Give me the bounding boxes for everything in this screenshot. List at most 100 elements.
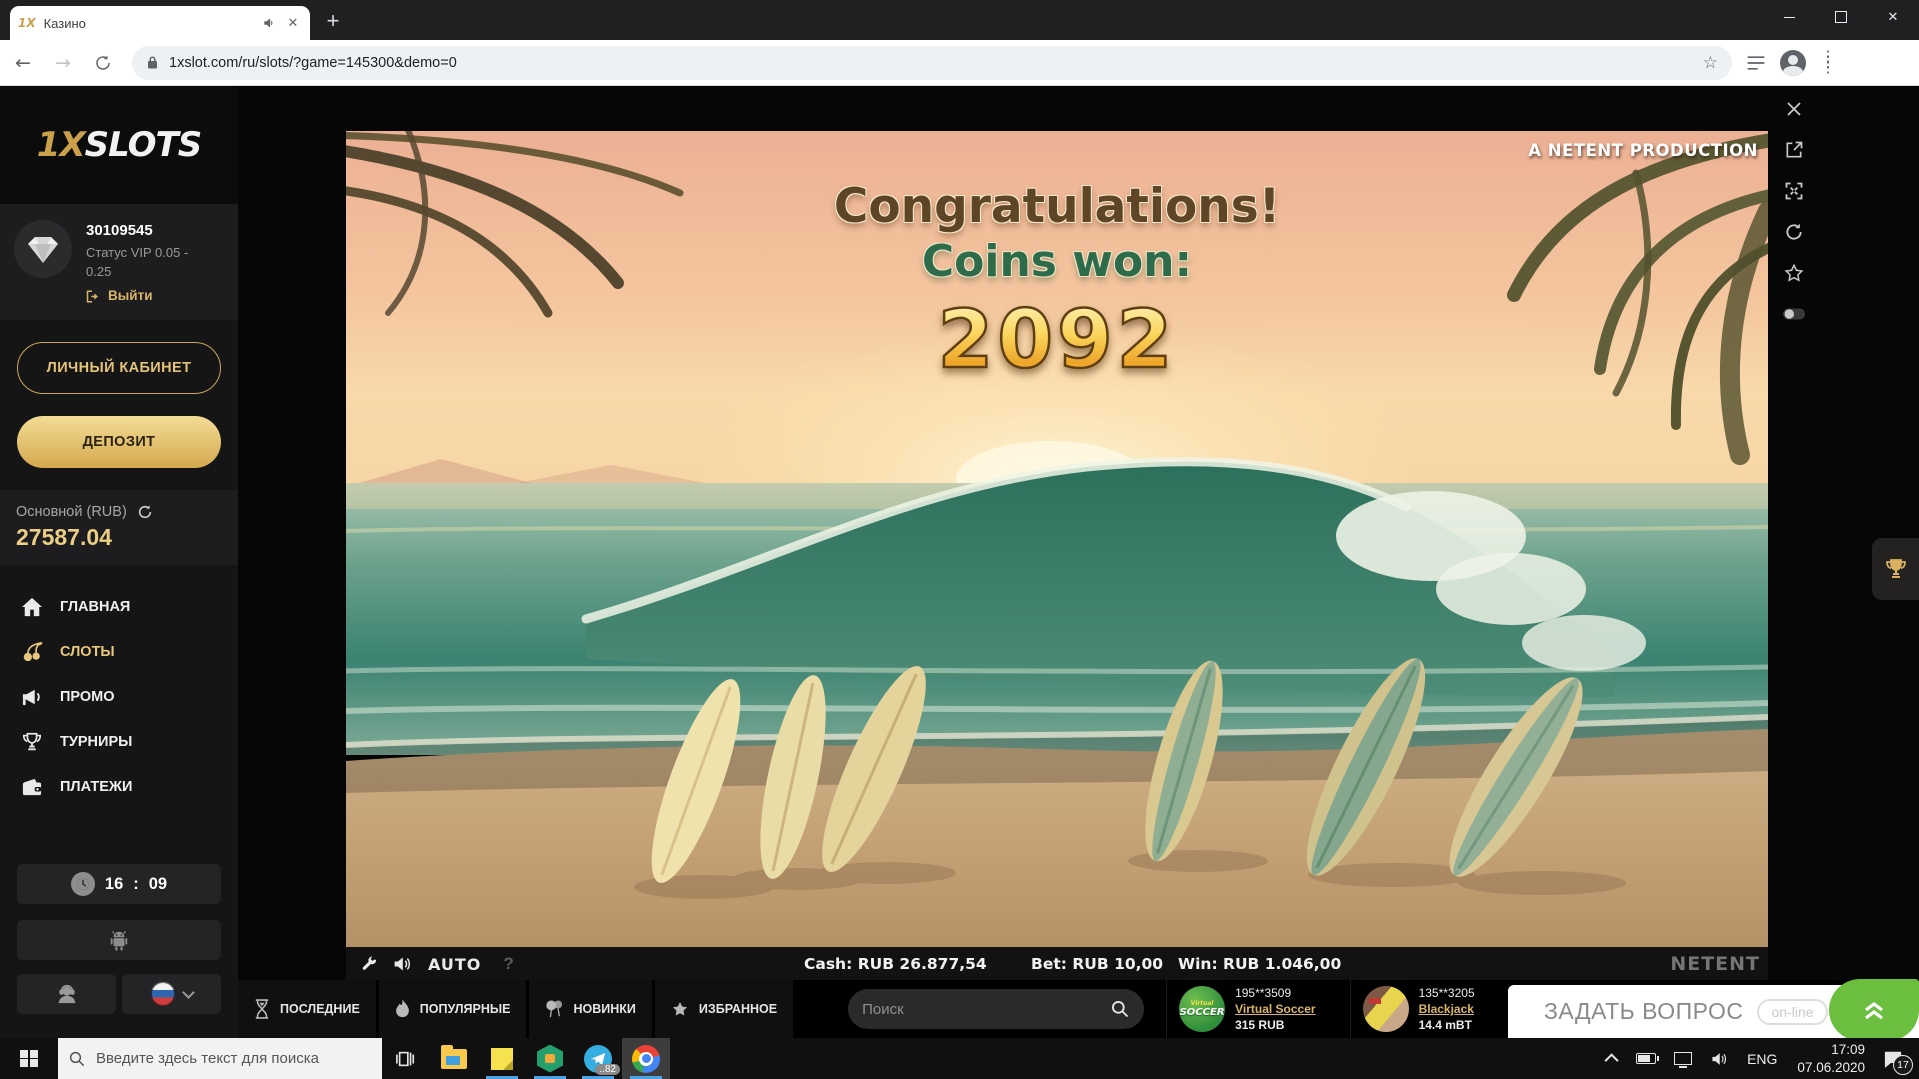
sidebar-item-slots[interactable]: СЛОТЫ: [0, 629, 238, 675]
tournaments-side-tab[interactable]: [1872, 538, 1919, 600]
congrats-title: Congratulations!: [346, 179, 1768, 234]
forward-button[interactable]: →: [46, 46, 80, 80]
reading-list-icon[interactable]: [1746, 55, 1766, 71]
windows-taskbar: ..82 ENG 17:09 07.06.2020 17: [0, 1038, 1919, 1079]
reload-game-icon[interactable]: [1781, 219, 1807, 245]
task-view-button[interactable]: [382, 1038, 430, 1079]
winner-amount: 14.4 mBT: [1419, 1017, 1475, 1033]
personal-cabinet-button[interactable]: ЛИЧНЫЙ КАБИНЕТ: [17, 342, 221, 394]
cherries-icon: [20, 641, 44, 663]
android-icon: [108, 928, 130, 952]
omnibox[interactable]: 1xslot.com/ru/slots/?game=145300&demo=0 …: [132, 46, 1732, 80]
hourglass-icon: [254, 999, 270, 1019]
browser-titlebar: 1X Казино ✕ + ✕: [0, 0, 1919, 40]
network-icon[interactable]: [1665, 1038, 1701, 1079]
game-settings-icon[interactable]: [360, 955, 378, 973]
logout-icon: [86, 290, 101, 303]
close-game-icon[interactable]: [1781, 96, 1807, 122]
netent-brand: NETENT: [1670, 953, 1760, 975]
volume-icon[interactable]: [1701, 1038, 1737, 1079]
win-overlay: Congratulations! Coins won: 2092: [346, 179, 1768, 386]
sidebar-item-tournaments[interactable]: ТУРНИРЫ: [0, 719, 238, 765]
chevron-down-icon: [182, 986, 195, 999]
coins-won-amount: 2092: [346, 293, 1768, 386]
sidebar-item-home[interactable]: ГЛАВНАЯ: [0, 585, 238, 629]
taskbar-clock[interactable]: 17:09 07.06.2020: [1787, 1041, 1875, 1076]
url-text: 1xslot.com/ru/slots/?game=145300&demo=0: [169, 55, 1693, 71]
android-app-button[interactable]: [17, 920, 221, 960]
refresh-balance-icon[interactable]: [137, 504, 153, 520]
sticky-notes-button[interactable]: [478, 1038, 526, 1079]
reload-button[interactable]: [86, 46, 120, 80]
new-tab-button[interactable]: +: [318, 6, 348, 36]
kaspersky-icon: [537, 1045, 563, 1073]
tab-new[interactable]: НОВИНКИ: [529, 980, 651, 1038]
tray-chevron-up[interactable]: [1599, 1038, 1627, 1079]
game-sound-icon[interactable]: [392, 955, 412, 973]
battery-icon[interactable]: [1627, 1038, 1665, 1079]
language-selector[interactable]: [122, 974, 221, 1014]
sidebar-item-payments[interactable]: ПЛАТЕЖИ: [0, 765, 238, 809]
start-button[interactable]: [0, 1038, 58, 1079]
tab-favorites[interactable]: ИЗБРАННОЕ: [655, 980, 793, 1038]
taskbar-search[interactable]: [58, 1038, 382, 1079]
taskbar-search-input[interactable]: [96, 1050, 356, 1067]
sidebar-clock: 16 : 09: [17, 864, 221, 904]
browser-tab[interactable]: 1X Казино ✕: [10, 6, 310, 40]
balance-value: 27587.04: [16, 524, 222, 551]
fullscreen-icon[interactable]: [1781, 178, 1807, 204]
site-logo[interactable]: 1XSLOTS: [0, 86, 238, 204]
chat-widget[interactable]: ЗАДАТЬ ВОПРОС on-line: [1508, 985, 1919, 1038]
chrome-icon: [632, 1045, 660, 1073]
deposit-button[interactable]: ДЕПОЗИТ: [17, 416, 221, 468]
star-filled-icon: [671, 1000, 689, 1018]
tab-title: Казино: [44, 16, 254, 31]
tab-close-icon[interactable]: ✕: [284, 14, 302, 32]
kaspersky-button[interactable]: [526, 1038, 574, 1079]
tab-recent[interactable]: ПОСЛЕДНИЕ: [238, 980, 376, 1038]
wallet-icon: [20, 777, 44, 797]
game-search-input[interactable]: [862, 1001, 1102, 1018]
browser-menu-icon[interactable]: ⋮⋮⋮: [1820, 55, 1836, 70]
account-id: 30109545: [86, 220, 188, 242]
game-canvas: A NETENT PRODUCTION Congratulations! Coi…: [346, 131, 1768, 981]
window-close-button[interactable]: ✕: [1867, 0, 1919, 34]
back-button[interactable]: ←: [6, 46, 40, 80]
bookmark-star-icon[interactable]: ☆: [1703, 53, 1718, 73]
chrome-button[interactable]: [622, 1038, 670, 1079]
balance-label: Основной (RUB): [16, 504, 127, 520]
telegram-button[interactable]: ..82: [574, 1038, 622, 1079]
open-in-new-icon[interactable]: [1781, 137, 1807, 163]
game-search[interactable]: [848, 989, 1144, 1029]
winner-game-link[interactable]: Virtual Soccer: [1235, 1001, 1315, 1017]
favorite-star-icon[interactable]: [1781, 260, 1807, 286]
logout-link[interactable]: Выйти: [86, 286, 188, 306]
avatar[interactable]: [14, 220, 72, 278]
headset-icon: [56, 983, 78, 1005]
winner-game-link[interactable]: Blackjack: [1419, 1001, 1475, 1017]
search-icon[interactable]: [1110, 999, 1130, 1019]
win-value: Win: RUB 1.046,00: [1178, 955, 1341, 973]
window-maximize-button[interactable]: [1815, 0, 1867, 34]
file-explorer-button[interactable]: [430, 1038, 478, 1079]
window-minimize-button[interactable]: [1763, 0, 1815, 34]
game-help-button[interactable]: ?: [503, 954, 513, 974]
theme-toggle-icon[interactable]: [1781, 301, 1807, 327]
tab-audio-icon[interactable]: [262, 16, 276, 30]
language-indicator[interactable]: ENG: [1737, 1038, 1787, 1079]
support-button[interactable]: [17, 974, 116, 1014]
profile-avatar-icon[interactable]: [1780, 50, 1806, 76]
coins-won-label: Coins won:: [346, 236, 1768, 287]
double-chevron-up-icon: [1861, 999, 1887, 1021]
chat-label: ЗАДАТЬ ВОПРОС: [1544, 998, 1743, 1025]
taskbar-date: 07.06.2020: [1797, 1059, 1865, 1077]
sticky-note-icon: [491, 1048, 513, 1070]
clock-minutes: 09: [149, 875, 167, 894]
action-center-button[interactable]: 17: [1875, 1038, 1919, 1079]
clock-icon: [71, 872, 95, 896]
trophy-icon: [20, 731, 44, 753]
autoplay-button[interactable]: AUTO: [428, 955, 481, 974]
chat-bubble-button[interactable]: [1829, 979, 1919, 1041]
tab-popular[interactable]: ПОПУЛЯРНЫЕ: [379, 980, 527, 1038]
sidebar-item-promo[interactable]: ПРОМО: [0, 675, 238, 719]
